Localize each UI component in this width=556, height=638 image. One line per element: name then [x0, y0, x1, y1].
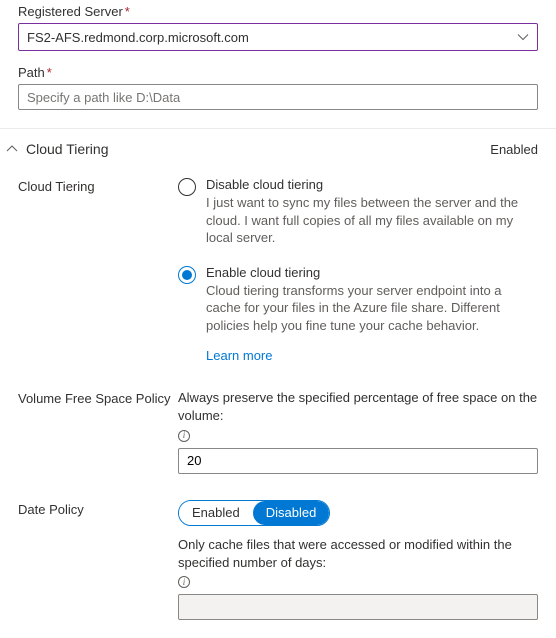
option-label: Disable cloud tiering	[206, 177, 538, 192]
date-policy-toggle[interactable]: Enabled Disabled	[178, 500, 330, 526]
section-title: Cloud Tiering	[26, 141, 109, 157]
registered-server-value: FS2-AFS.redmond.corp.microsoft.com	[27, 30, 517, 45]
cloud-tiering-row-label: Cloud Tiering	[18, 177, 178, 194]
required-asterisk: *	[125, 4, 130, 19]
option-description: Cloud tiering transforms your server end…	[206, 282, 538, 335]
date-policy-description: Only cache files that were accessed or m…	[178, 536, 538, 588]
radio-checked-icon	[178, 266, 196, 284]
cloud-tiering-section-header[interactable]: Cloud Tiering Enabled	[0, 129, 556, 169]
radio-disable-cloud-tiering[interactable]: Disable cloud tiering I just want to syn…	[178, 177, 538, 247]
chevron-up-icon	[6, 143, 18, 155]
required-asterisk: *	[47, 65, 52, 80]
section-status: Enabled	[490, 142, 538, 157]
registered-server-select[interactable]: FS2-AFS.redmond.corp.microsoft.com	[18, 23, 538, 51]
option-description: I just want to sync my files between the…	[206, 194, 538, 247]
option-label: Enable cloud tiering	[206, 265, 538, 280]
registered-server-label: Registered Server*	[18, 4, 538, 19]
path-input[interactable]	[18, 84, 538, 110]
radio-unchecked-icon	[178, 178, 196, 196]
info-icon[interactable]: i	[178, 576, 190, 588]
info-icon[interactable]: i	[178, 430, 190, 442]
volume-free-space-input[interactable]	[178, 448, 538, 474]
path-label: Path*	[18, 65, 538, 80]
date-policy-days-input	[178, 594, 538, 620]
volume-policy-description: Always preserve the specified percentage…	[178, 389, 538, 441]
volume-policy-label: Volume Free Space Policy	[18, 389, 178, 406]
toggle-disabled-option[interactable]: Disabled	[253, 501, 330, 525]
date-policy-label: Date Policy	[18, 500, 178, 517]
learn-more-link[interactable]: Learn more	[206, 348, 272, 363]
toggle-enabled-option[interactable]: Enabled	[179, 501, 253, 525]
radio-enable-cloud-tiering[interactable]: Enable cloud tiering Cloud tiering trans…	[178, 265, 538, 364]
chevron-down-icon	[517, 31, 529, 43]
